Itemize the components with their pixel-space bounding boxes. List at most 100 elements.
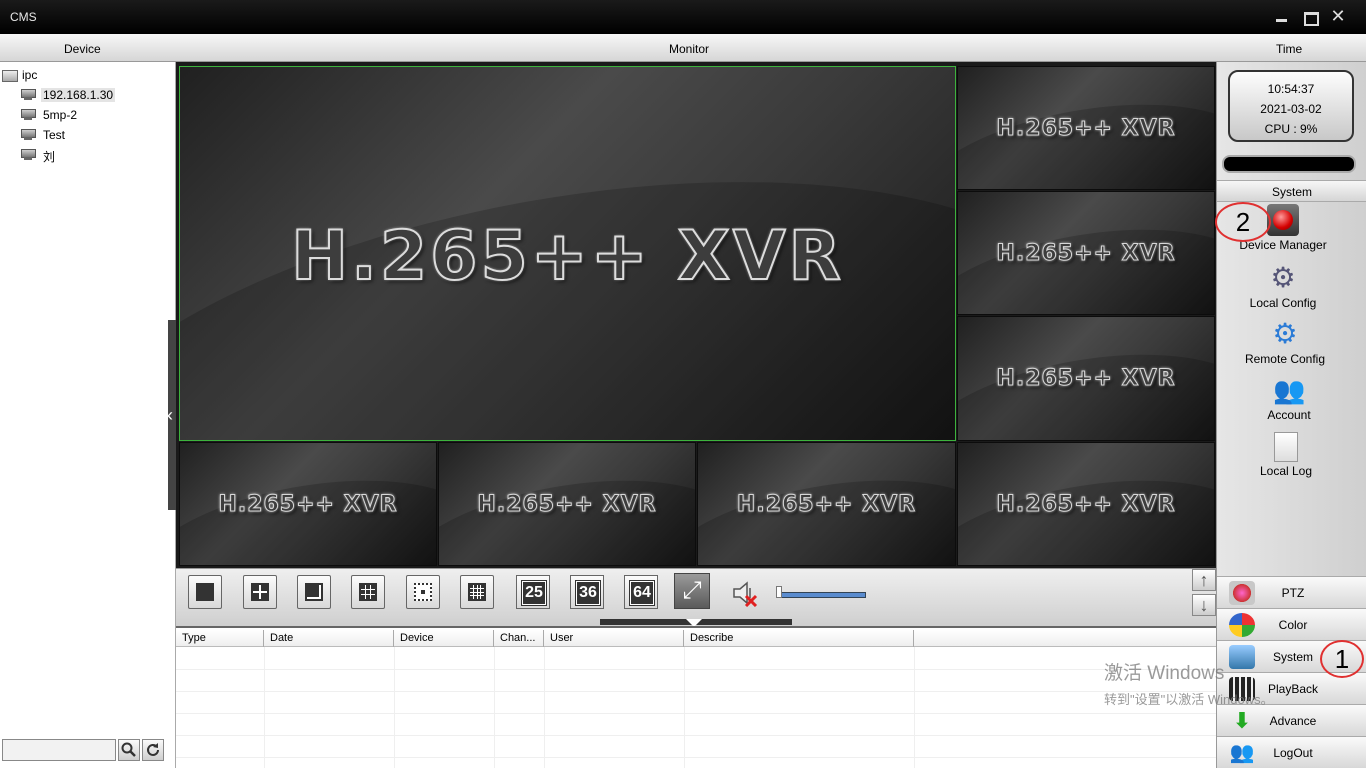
column-header[interactable]: User xyxy=(544,630,684,647)
video-tile-active[interactable]: H.265++ XVR xyxy=(179,66,956,441)
remote-config-label: Remote Config xyxy=(1244,352,1326,366)
layout-4-icon xyxy=(251,583,269,601)
local-config-button[interactable]: ⚙ Local Config xyxy=(1223,262,1343,310)
layout-25-label: 25 xyxy=(521,580,547,606)
column-header[interactable]: Device xyxy=(394,630,494,647)
close-icon[interactable]: ✕ xyxy=(1330,7,1346,25)
column-header[interactable]: Date xyxy=(264,630,394,647)
nav-color-label: Color xyxy=(1278,618,1308,632)
status-bar xyxy=(1222,155,1356,173)
advance-icon: ⬇ xyxy=(1232,708,1252,733)
remote-config-icon: ⚙ xyxy=(1272,318,1298,349)
local-log-label: Local Log xyxy=(1259,464,1313,478)
volume-slider-handle[interactable] xyxy=(776,586,782,598)
device-icon xyxy=(20,149,36,161)
refresh-icon[interactable] xyxy=(142,739,164,761)
layout-25-button[interactable]: 25 xyxy=(516,575,550,609)
window-title: CMS xyxy=(10,10,37,24)
nav-logout-label: LogOut xyxy=(1273,746,1313,760)
table-row xyxy=(176,713,1216,714)
monitor-toolbar: 25 36 64 ⤢ ↑ ↓ xyxy=(176,568,1216,626)
video-tile[interactable]: H.265++ XVR xyxy=(697,442,956,566)
nav-logout-button[interactable]: 👥 LogOut xyxy=(1217,736,1366,768)
table-row xyxy=(176,691,1216,692)
tile-logo: H.265++ XVR xyxy=(996,116,1176,142)
system-panel-header: System xyxy=(1217,180,1366,202)
local-config-icon: ⚙ xyxy=(1270,262,1296,293)
scroll-down-icon[interactable]: ↓ xyxy=(1192,594,1216,616)
layout-9-button[interactable] xyxy=(351,575,385,609)
layout-6-button[interactable] xyxy=(297,575,331,609)
layout-64-label: 64 xyxy=(629,580,655,606)
group-icon xyxy=(2,70,18,82)
watermark-line-1: 激活 Windows xyxy=(1104,663,1225,684)
tree-item-label: 192.168.1.30 xyxy=(41,88,116,102)
tile-logo: H.265++ XVR xyxy=(996,241,1176,267)
account-label: Account xyxy=(1267,408,1311,422)
column-divider xyxy=(264,647,265,768)
column-divider xyxy=(544,647,545,768)
account-button[interactable]: 👥 Account xyxy=(1229,374,1349,422)
video-tile[interactable]: H.265++ XVR xyxy=(957,66,1215,190)
account-icon: 👥 xyxy=(1273,375,1306,405)
remote-config-button[interactable]: ⚙ Remote Config xyxy=(1225,318,1345,366)
nav-advance-button[interactable]: ⬇ Advance xyxy=(1217,704,1366,736)
log-table-header: Type Date Device Chan... User Describe xyxy=(176,630,1216,647)
layout-1-icon xyxy=(196,583,214,601)
layout-64-button[interactable]: 64 xyxy=(624,575,658,609)
device-icon xyxy=(20,109,36,121)
video-tile[interactable]: H.265++ XVR xyxy=(957,316,1215,441)
column-header[interactable]: Describe xyxy=(684,630,914,647)
nav-advance-label: Advance xyxy=(1269,714,1317,728)
table-row xyxy=(176,735,1216,736)
layout-36-button[interactable]: 36 xyxy=(570,575,604,609)
local-log-icon xyxy=(1274,432,1298,462)
layout-4-button[interactable] xyxy=(243,575,277,609)
column-divider xyxy=(914,647,915,768)
layout-6-icon xyxy=(305,583,323,601)
local-log-button[interactable]: Local Log xyxy=(1226,432,1346,478)
search-icon[interactable] xyxy=(118,739,140,761)
layout-8-button[interactable] xyxy=(406,575,440,609)
ptz-icon xyxy=(1229,581,1255,605)
layout-8-icon xyxy=(414,583,432,601)
header-time: Time xyxy=(1276,42,1303,56)
device-manager-icon xyxy=(1267,204,1299,236)
scroll-up-icon[interactable]: ↑ xyxy=(1192,569,1216,591)
annotation-marker-1: 1 xyxy=(1320,640,1364,678)
tile-logo: H.265++ XVR xyxy=(290,216,844,297)
tile-logo: H.265++ XVR xyxy=(477,492,657,518)
volume-slider[interactable] xyxy=(778,592,866,598)
tree-item-label: 5mp-2 xyxy=(43,108,78,122)
column-divider xyxy=(684,647,685,768)
video-tile[interactable]: H.265++ XVR xyxy=(957,191,1215,315)
video-tile[interactable]: H.265++ XVR xyxy=(179,442,437,566)
color-icon xyxy=(1229,613,1255,637)
column-divider xyxy=(494,647,495,768)
video-tile[interactable]: H.265++ XVR xyxy=(957,442,1215,566)
log-splitter-handle[interactable] xyxy=(600,619,792,625)
header-device: Device xyxy=(64,42,101,56)
nav-ptz-button[interactable]: PTZ xyxy=(1217,576,1366,608)
minimize-icon[interactable] xyxy=(1274,8,1290,24)
column-header[interactable]: Type xyxy=(176,630,264,647)
fullscreen-button[interactable]: ⤢ xyxy=(674,573,710,609)
monitor-grid: H.265++ XVR H.265++ XVR H.265++ XVR H.26… xyxy=(176,62,1216,568)
cpu-usage: CPU : 9% xyxy=(1264,122,1318,136)
column-divider xyxy=(394,647,395,768)
clock-time: 10:54:37 xyxy=(1267,82,1315,96)
maximize-icon[interactable] xyxy=(1302,8,1319,26)
layout-16-icon xyxy=(468,583,486,601)
nav-color-button[interactable]: Color xyxy=(1217,608,1366,640)
annotation-marker-2: 2 xyxy=(1215,202,1271,242)
log-table: Type Date Device Chan... User Describe xyxy=(176,626,1216,768)
column-header[interactable]: Chan... xyxy=(494,630,544,647)
layout-1-button[interactable] xyxy=(188,575,222,609)
status-clock: 10:54:37 2021-03-02 CPU : 9% xyxy=(1228,70,1354,142)
layout-16-button[interactable] xyxy=(460,575,494,609)
video-tile[interactable]: H.265++ XVR xyxy=(438,442,696,566)
logout-icon: 👥 xyxy=(1229,742,1255,764)
mute-icon[interactable] xyxy=(730,579,762,608)
tree-item-label: 刘 xyxy=(43,150,56,164)
device-search-input[interactable] xyxy=(2,739,116,761)
